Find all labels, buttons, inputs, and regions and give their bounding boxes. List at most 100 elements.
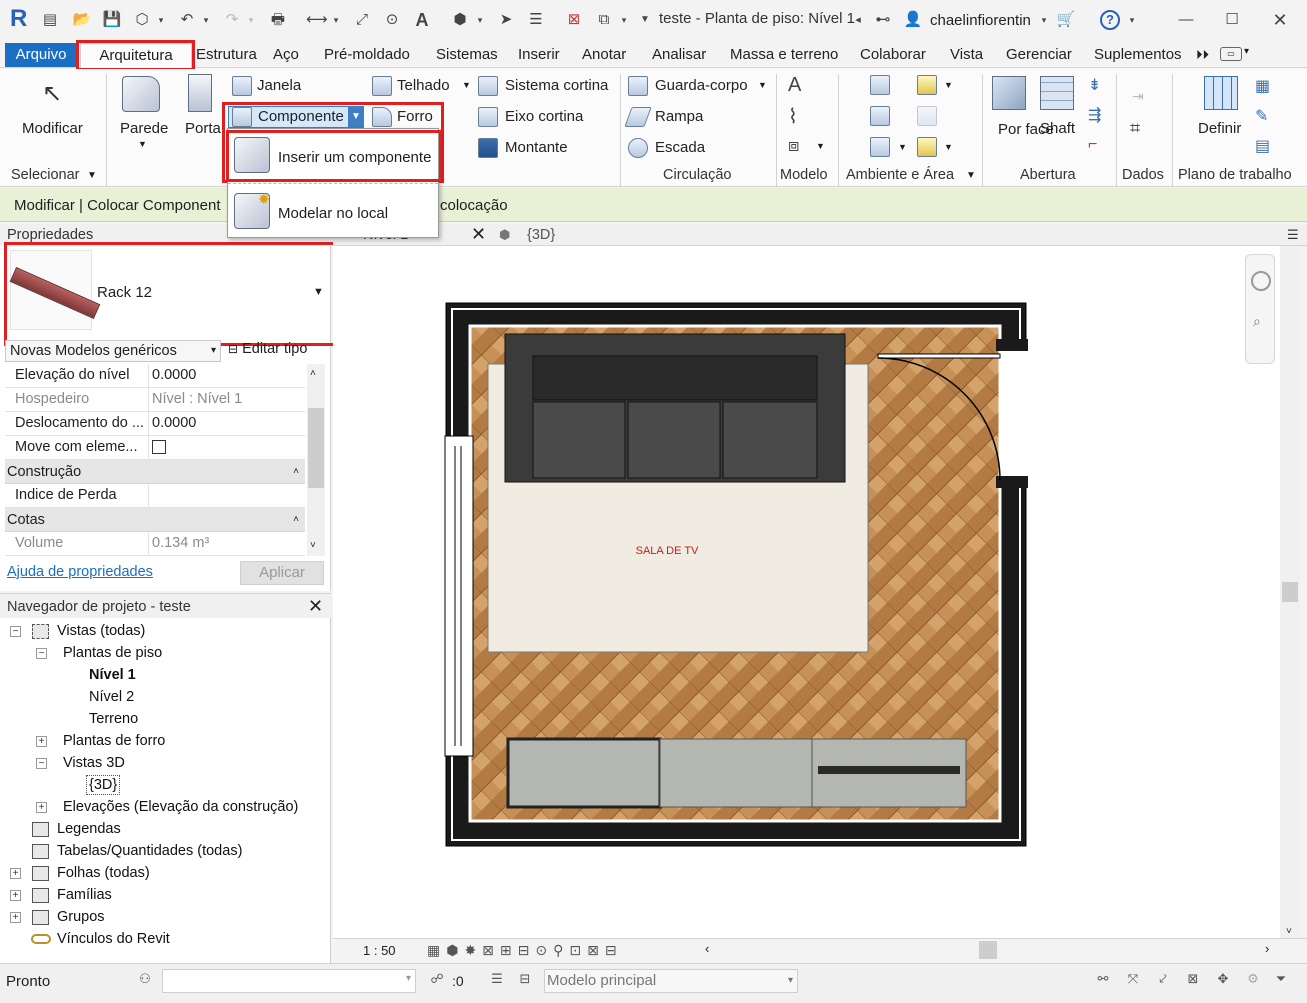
tab-arquivo[interactable]: Arquivo (5, 43, 77, 67)
view-control-icons[interactable]: ▦⬢✸⊠⊞⊟⊙⚲⊡⊠⊟ (427, 942, 623, 959)
show-workplane-icon[interactable]: ▦ (1255, 76, 1270, 96)
title-arrow-icon[interactable]: ◂ (852, 10, 864, 30)
collapse-icon[interactable]: ˄ (293, 508, 299, 532)
open-folder-icon[interactable]: 📂 (72, 10, 92, 30)
room-separator-icon[interactable] (870, 106, 890, 126)
select-by-face-icon[interactable]: ⊠ (1184, 970, 1202, 988)
tree-elevations[interactable]: Elevações (Elevação da construção) (63, 799, 298, 815)
windows-dropdown-icon[interactable]: ▾ (618, 10, 630, 30)
select-underlay-icon[interactable]: ⤧ (1124, 970, 1142, 988)
redo-icon[interactable]: ↷ (222, 10, 242, 30)
prop-row-waste[interactable]: Indice de Perda (5, 484, 305, 508)
tree-level-2[interactable]: Nível 2 (89, 689, 134, 705)
undo-dropdown-icon[interactable]: ▾ (200, 10, 212, 30)
wall-dropdown-icon[interactable]: ▼ (138, 139, 147, 149)
scroll-down-icon[interactable]: ˅ (1286, 926, 1292, 937)
scroll-left-icon[interactable]: ‹ (705, 941, 709, 956)
move-with-checkbox[interactable] (152, 440, 166, 454)
window-button[interactable]: Janela (257, 77, 301, 94)
drag-elements-icon[interactable]: ✥ (1214, 970, 1232, 988)
dormer-opening-icon[interactable]: ⌐ (1088, 136, 1097, 154)
component-dropdown-icon[interactable]: ▼ (348, 106, 364, 128)
view-tab-3d[interactable]: {3D} (527, 227, 555, 243)
collapse-icon[interactable]: ˄ (293, 460, 299, 484)
curtain-system-button[interactable]: Sistema cortina (505, 77, 608, 94)
prop-row-level-elevation[interactable]: Elevação do nível 0.0000 (5, 364, 305, 388)
prop-row-offset[interactable]: Deslocamento do ... 0.0000 (5, 412, 305, 436)
tab-gerenciar[interactable]: Gerenciar (1006, 44, 1072, 66)
worksets-icon[interactable]: ⚇ (136, 970, 154, 988)
tree-expand-icon[interactable]: + (10, 868, 21, 879)
dropdown-icon[interactable]: ▾ (155, 10, 167, 30)
scroll-down-icon[interactable]: ˅ (310, 540, 316, 551)
ref-plane-icon[interactable]: ✎ (1255, 106, 1268, 126)
tree-schedules[interactable]: Tabelas/Quantidades (todas) (57, 843, 242, 859)
tree-ceiling-plans[interactable]: Plantas de forro (63, 733, 165, 749)
ribbon-toggle-icon[interactable]: ▭ (1220, 47, 1242, 61)
tab-aco[interactable]: Aço (273, 44, 299, 66)
shaft-button[interactable]: Shaft (1040, 120, 1075, 137)
model-group-icon[interactable]: ⧈ (788, 135, 799, 156)
customize-dropdown-icon[interactable]: ▼ (638, 10, 652, 30)
set-workplane-button[interactable]: Definir (1198, 120, 1241, 137)
select-group-label[interactable]: Selecionar (11, 167, 80, 183)
level-icon[interactable]: ⇥ (1132, 88, 1144, 105)
properties-scrollbar[interactable]: ˄ ˅ (307, 364, 325, 556)
horizontal-scroll-thumb[interactable] (979, 941, 997, 959)
stair-button[interactable]: Escada (655, 139, 705, 156)
wall-opening-icon[interactable]: ⇟ (1088, 75, 1101, 95)
prop-value[interactable] (148, 436, 305, 459)
editable-only-icon[interactable]: ☍ (428, 970, 446, 988)
tree-level-1[interactable]: Nível 1 (89, 667, 136, 683)
design-option-dropdown-icon[interactable]: ▾ (788, 970, 793, 992)
view-scale[interactable]: 1 : 50 (363, 943, 396, 958)
workset-select[interactable]: ▾ (162, 969, 416, 993)
scroll-thumb[interactable] (308, 408, 324, 488)
tree-expand-icon[interactable]: + (36, 736, 47, 747)
dimension-icon[interactable]: ⤢ (352, 10, 372, 30)
workset-dropdown-icon[interactable]: ▾ (406, 973, 411, 984)
area-dropdown-icon[interactable]: ▼ (944, 80, 953, 90)
mullion-button[interactable]: Montante (505, 139, 568, 156)
tag-icon[interactable]: ⊙ (382, 10, 402, 30)
tree-groups[interactable]: Grupos (57, 909, 105, 925)
category-dropdown-icon[interactable]: ▾ (211, 341, 216, 361)
design-options-icon[interactable]: ☰ (488, 970, 506, 988)
tree-revit-links[interactable]: Vínculos do Revit (57, 931, 170, 947)
tab-inserir[interactable]: Inserir (518, 44, 560, 66)
measure-icon[interactable]: ⟷ (306, 10, 328, 30)
tree-legends[interactable]: Legendas (57, 821, 121, 837)
model-text-icon[interactable]: A (788, 74, 801, 97)
component-button[interactable]: Componente (258, 108, 344, 125)
tab-sistemas[interactable]: Sistemas (436, 44, 498, 66)
room-area-group-label[interactable]: Ambiente e Área (846, 167, 954, 183)
prop-row-move-with[interactable]: Move com eleme... (5, 436, 305, 460)
text-icon[interactable]: A (412, 10, 432, 30)
tree-3d-views[interactable]: Vistas 3D (63, 755, 125, 771)
roof-dropdown-icon[interactable]: ▼ (462, 80, 471, 90)
tab-pre-moldado[interactable]: Pré-moldado (324, 44, 410, 66)
vertical-opening-icon[interactable]: ⇶ (1088, 105, 1101, 125)
properties-help-link[interactable]: Ajuda de propriedades (7, 564, 153, 580)
design-option-select[interactable]: Modelo principal ▾ (544, 969, 798, 993)
close-icon[interactable]: ✕ (1270, 10, 1290, 30)
measure-dropdown-icon[interactable]: ▾ (330, 10, 342, 30)
ribbon-toggle-dropdown-icon[interactable]: ▾ (1244, 46, 1249, 57)
tree-expand-icon[interactable]: + (10, 912, 21, 923)
tab-estrutura[interactable]: Estrutura (196, 44, 257, 66)
tab-anotar[interactable]: Anotar (582, 44, 626, 66)
view-tab-menu-icon[interactable]: ☰ (1287, 227, 1299, 243)
prop-value[interactable] (148, 484, 305, 507)
more-tabs-icon[interactable]: ⏵⏵ (1196, 44, 1209, 66)
viewer-icon[interactable]: ▤ (1255, 136, 1270, 156)
switch-windows-icon[interactable]: ⧉ (594, 10, 614, 30)
save-icon[interactable]: 💾 (102, 10, 122, 30)
model-group-dropdown-icon[interactable]: ▼ (816, 141, 825, 151)
revit-logo[interactable]: R (10, 6, 32, 32)
maximize-icon[interactable]: ☐ (1222, 10, 1242, 30)
minimize-icon[interactable]: — (1176, 10, 1196, 30)
tab-massa-terreno[interactable]: Massa e terreno (730, 44, 838, 66)
type-selector-dropdown-icon[interactable]: ▼ (313, 286, 324, 298)
room-icon[interactable] (870, 75, 890, 95)
tab-arquitetura[interactable]: Arquitetura (80, 43, 192, 69)
